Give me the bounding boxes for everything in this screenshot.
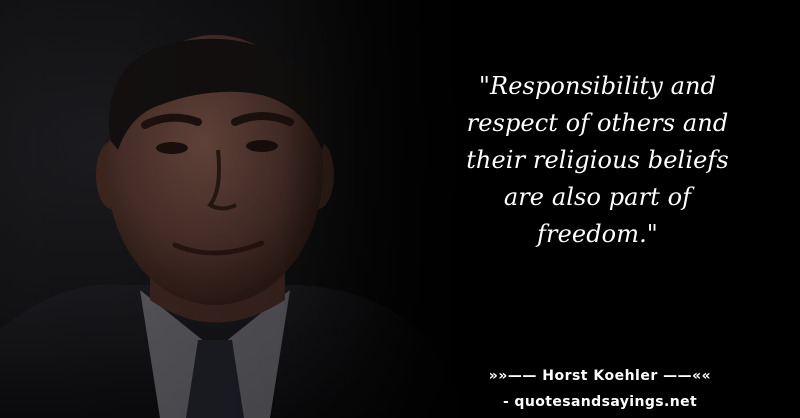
quote-card: "Responsibility and respect of others an… [0,0,800,418]
quote-text: "Responsibility and respect of others an… [466,72,729,248]
quote-author: »»—— Horst Koehler ——«« [488,368,712,384]
source-link[interactable]: - quotesandsayings.net [460,394,740,410]
